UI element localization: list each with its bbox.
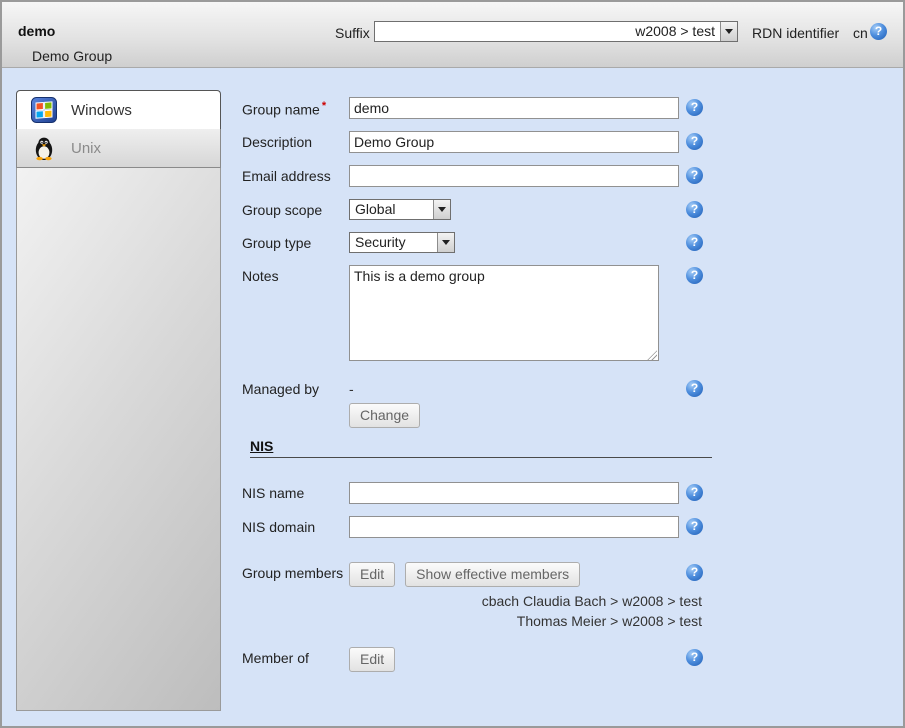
page-subtitle: Demo Group [32,48,112,64]
windows-icon [31,97,57,123]
change-button[interactable]: Change [349,403,420,428]
notes-help-icon[interactable] [686,267,703,284]
group-scope-help-icon[interactable] [686,201,703,218]
suffix-dropdown-value: w2008 > test [375,22,720,41]
sidebar-panel [16,168,221,711]
description-help-icon[interactable] [686,133,703,150]
description-row: Description [242,131,712,153]
unix-icon [31,135,57,161]
suffix-label: Suffix [335,25,370,41]
group-type-help-icon[interactable] [686,234,703,251]
tab-windows[interactable]: Windows [16,90,221,129]
managed-by-value: - [349,378,679,397]
nis-name-row: NIS name [242,482,712,504]
tab-unix[interactable]: Unix [16,129,221,168]
group-name-row: Group name* [242,97,712,119]
member-of-edit-button[interactable]: Edit [349,647,395,672]
nis-name-input[interactable] [349,482,679,504]
group-name-input[interactable] [349,97,679,119]
group-scope-dropdown-button[interactable] [433,200,450,219]
email-row: Email address [242,165,712,187]
group-member-item: Thomas Meier > w2008 > test [242,611,702,631]
description-label: Description [242,131,349,150]
group-members-label: Group members [242,562,349,581]
email-label: Email address [242,165,349,184]
group-type-label: Group type [242,232,349,251]
nis-domain-help-icon[interactable] [686,518,703,535]
group-member-item: cbach Claudia Bach > w2008 > test [242,591,702,611]
rdn-help-icon[interactable] [870,23,887,40]
managed-by-row: Managed by - Change [242,378,712,428]
required-marker: * [322,100,326,112]
nis-name-help-icon[interactable] [686,484,703,501]
group-scope-value: Global [350,200,433,219]
rdn-identifier-label: RDN identifier [752,25,839,41]
header: demo Demo Group Suffix w2008 > test RDN … [2,2,903,68]
group-members-row: Group members Edit Show effective member… [242,562,712,587]
notes-label: Notes [242,265,349,284]
tab-windows-label: Windows [71,102,132,119]
group-members-help-icon[interactable] [686,564,703,581]
managed-by-label: Managed by [242,378,349,397]
nis-domain-row: NIS domain [242,516,712,538]
chevron-down-icon [725,29,733,34]
group-type-select[interactable]: Security [349,232,455,253]
group-members-edit-button[interactable]: Edit [349,562,395,587]
tab-unix-label: Unix [71,140,101,157]
email-help-icon[interactable] [686,167,703,184]
suffix-dropdown-button[interactable] [720,22,737,41]
chevron-down-icon [438,207,446,212]
nis-section-header: NIS [250,438,712,458]
resize-grip-icon[interactable] [647,350,657,360]
group-name-label: Group name* [242,97,349,118]
notes-row: Notes This is a demo group [242,265,712,364]
group-type-dropdown-button[interactable] [437,233,454,252]
suffix-dropdown[interactable]: w2008 > test [374,21,738,42]
group-name-help-icon[interactable] [686,99,703,116]
module-sidebar: Windows Unix [16,90,221,714]
managed-by-help-icon[interactable] [686,380,703,397]
email-input[interactable] [349,165,679,187]
group-members-list: cbach Claudia Bach > w2008 > test Thomas… [242,591,702,631]
member-of-help-icon[interactable] [686,649,703,666]
nis-section-title: NIS [250,438,273,454]
description-input[interactable] [349,131,679,153]
group-form: Group name* Description Email address [242,97,712,684]
group-edit-window: demo Demo Group Suffix w2008 > test RDN … [0,0,905,728]
group-scope-row: Group scope Global [242,199,712,220]
page-title: demo [18,23,55,39]
group-scope-label: Group scope [242,199,349,218]
nis-name-label: NIS name [242,482,349,501]
member-of-label: Member of [242,647,349,666]
notes-textarea[interactable]: This is a demo group [349,265,659,361]
rdn-identifier-value: cn [853,25,868,41]
chevron-down-icon [442,240,450,245]
group-scope-select[interactable]: Global [349,199,451,220]
nis-domain-input[interactable] [349,516,679,538]
group-type-row: Group type Security [242,232,712,253]
nis-domain-label: NIS domain [242,516,349,535]
group-type-value: Security [350,233,437,252]
show-effective-members-button[interactable]: Show effective members [405,562,580,587]
member-of-row: Member of Edit [242,647,712,672]
